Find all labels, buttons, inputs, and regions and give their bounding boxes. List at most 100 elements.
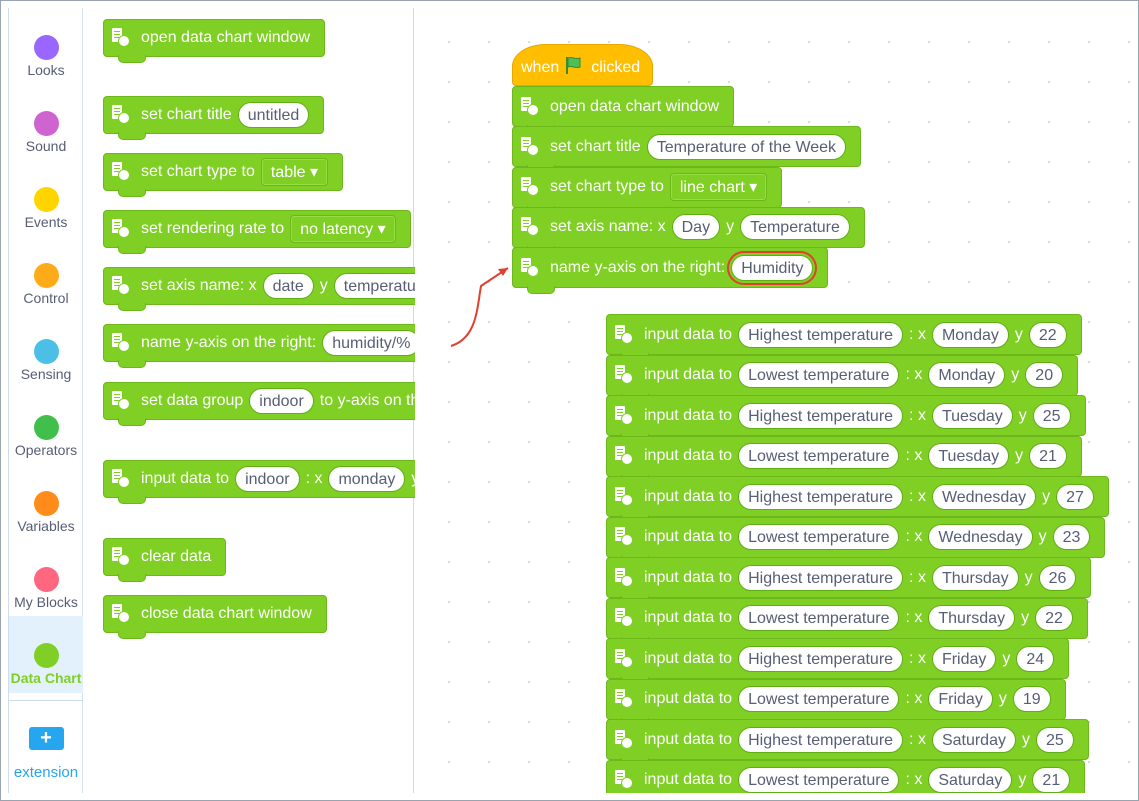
y-input[interactable]: 24: [1016, 645, 1055, 672]
y-input[interactable]: 20: [1025, 362, 1064, 388]
data-chart-icon: [613, 648, 637, 670]
series-input[interactable]: Highest temperature: [738, 564, 904, 591]
x-input[interactable]: Wednesday: [931, 483, 1037, 510]
input-data-block[interactable]: input data to Highest temperature: x Thurs…: [606, 557, 1092, 604]
x-input[interactable]: Saturday: [931, 726, 1016, 753]
x-input[interactable]: Monday: [928, 362, 1006, 388]
name-y-axis-on-the-right-block[interactable]: name y-axis on the right: humidity/%: [103, 324, 436, 368]
close-data-chart-window-block[interactable]: close data chart window: [103, 595, 327, 639]
data-chart-icon: [613, 405, 637, 427]
x-input[interactable]: Tuesday: [931, 402, 1013, 429]
y-input[interactable]: 25: [1035, 726, 1074, 753]
category-events[interactable]: Events: [9, 160, 83, 236]
series-input[interactable]: Highest temperature: [738, 402, 904, 429]
series-input[interactable]: Highest temperature: [738, 726, 904, 753]
block-input[interactable]: date: [262, 273, 314, 299]
x-input[interactable]: Wednesday: [928, 524, 1033, 550]
category-variables[interactable]: Variables: [9, 464, 83, 540]
category-data-chart[interactable]: Data Chart: [9, 616, 83, 693]
input-data-block[interactable]: input data to Lowest temperature: x Wednes…: [606, 516, 1106, 564]
y-label: y: [1038, 528, 1047, 545]
category-control[interactable]: Control: [9, 236, 83, 312]
category-operators[interactable]: Operators: [9, 388, 83, 464]
category-label: Operators: [14, 442, 78, 458]
block-input[interactable]: Humidity: [727, 250, 818, 285]
data-chart-icon: [110, 27, 134, 49]
data-chart-icon: [110, 603, 134, 625]
input-data-block[interactable]: input data to Lowest temperature: x Monday…: [606, 354, 1079, 402]
x-input[interactable]: Tuesday: [928, 443, 1010, 469]
series-input[interactable]: Lowest temperature: [738, 767, 900, 793]
y-input[interactable]: 19: [1012, 686, 1051, 712]
x-input[interactable]: Friday: [931, 645, 997, 672]
set-chart-type-to-block[interactable]: set chart type to table ▾: [103, 153, 344, 197]
y-input[interactable]: 22: [1028, 321, 1067, 348]
input-data-block[interactable]: input data to Highest temperature: x Tuesd…: [606, 395, 1086, 442]
x-label: : x: [909, 325, 926, 343]
y-input[interactable]: 22: [1035, 605, 1073, 631]
block-input[interactable]: untitled: [237, 102, 310, 128]
series-input[interactable]: Lowest temperature: [738, 524, 900, 550]
input-data-block[interactable]: input data to Lowest temperature: x Tuesda…: [606, 435, 1082, 483]
set-rendering-rate-to-block[interactable]: set rendering rate to no latency ▾: [103, 210, 411, 254]
category-label: Sensing: [20, 366, 72, 382]
y-input[interactable]: 21: [1032, 767, 1071, 793]
script-canvas[interactable]: when clicked open data chart window set c…: [415, 8, 1133, 793]
block-input[interactable]: Day: [671, 214, 721, 241]
category-dot-icon: [33, 111, 59, 136]
data-chart-icon: [110, 332, 134, 354]
y-input[interactable]: 27: [1056, 483, 1094, 510]
block-dropdown[interactable]: table ▾: [260, 158, 329, 186]
input-data-block[interactable]: input data to Highest temperature: x Satur…: [606, 719, 1089, 766]
x-label: : x: [905, 366, 923, 383]
x-input[interactable]: Monday: [931, 321, 1009, 348]
data-chart-icon: [110, 390, 134, 412]
y-label: y: [1011, 366, 1020, 383]
open-data-chart-window-block[interactable]: open data chart window: [103, 19, 325, 63]
block-input[interactable]: humidity/%: [322, 330, 421, 356]
category-sound[interactable]: Sound: [9, 84, 83, 160]
x-label: : x: [909, 487, 926, 505]
block-input[interactable]: indoor: [249, 388, 314, 414]
data-chart-icon: [110, 546, 134, 568]
series-input[interactable]: Highest temperature: [738, 645, 904, 672]
y-input[interactable]: 26: [1038, 564, 1077, 591]
series-input[interactable]: Highest temperature: [738, 483, 904, 510]
editor-window: Looks Sound Events Control Sensing Operators V…: [0, 0, 1139, 801]
category-my-blocks[interactable]: My Blocks: [9, 540, 83, 616]
input-data-block[interactable]: input data to Highest temperature: x Wedne…: [606, 476, 1109, 523]
series-input[interactable]: Lowest temperature: [738, 362, 900, 388]
x-input[interactable]: Thursday: [928, 605, 1016, 631]
block-dropdown[interactable]: no latency ▾: [290, 215, 396, 243]
category-sensing[interactable]: Sensing: [9, 312, 83, 388]
y-input[interactable]: 25: [1032, 402, 1071, 429]
data-chart-icon: [613, 567, 637, 589]
category-sidebar: Looks Sound Events Control Sensing Operators V…: [8, 8, 83, 793]
x-input[interactable]: Friday: [928, 686, 993, 712]
block-input[interactable]: Temperature: [740, 214, 850, 241]
series-input[interactable]: Highest temperature: [738, 321, 904, 348]
x-input[interactable]: Saturday: [928, 767, 1013, 793]
extension-button[interactable]: + extension: [9, 700, 83, 790]
category-looks[interactable]: Looks: [9, 8, 83, 84]
input-data-block[interactable]: input data to Lowest temperature: x Saturd…: [606, 759, 1086, 793]
input-data-block[interactable]: input data to Highest temperature: x Monda…: [606, 314, 1082, 361]
block-label: set chart type to: [141, 163, 255, 180]
input-data-block[interactable]: input data to Highest temperature: x Frida…: [606, 638, 1070, 685]
x-label: : x: [909, 568, 926, 586]
block-dropdown[interactable]: line chart ▾: [669, 173, 768, 202]
input-data-block[interactable]: input data to Lowest temperature: x Friday…: [606, 678, 1066, 726]
block-input[interactable]: monday: [328, 466, 406, 492]
x-input[interactable]: Thursday: [931, 564, 1019, 591]
clear-data-block[interactable]: clear data: [103, 538, 227, 582]
y-input[interactable]: 23: [1052, 524, 1091, 550]
block-input[interactable]: Temperature of the Week: [646, 133, 847, 160]
input-data-block[interactable]: input data to Lowest temperature: x Thursd…: [606, 597, 1088, 645]
series-input[interactable]: Lowest temperature: [738, 605, 900, 631]
set-chart-title-block[interactable]: set chart title untitled: [103, 96, 325, 140]
block-input[interactable]: indoor: [235, 466, 300, 492]
y-input[interactable]: 21: [1029, 443, 1067, 469]
series-input[interactable]: Lowest temperature: [738, 686, 900, 712]
series-input[interactable]: Lowest temperature: [738, 443, 900, 469]
block-label: input data to: [644, 447, 733, 464]
